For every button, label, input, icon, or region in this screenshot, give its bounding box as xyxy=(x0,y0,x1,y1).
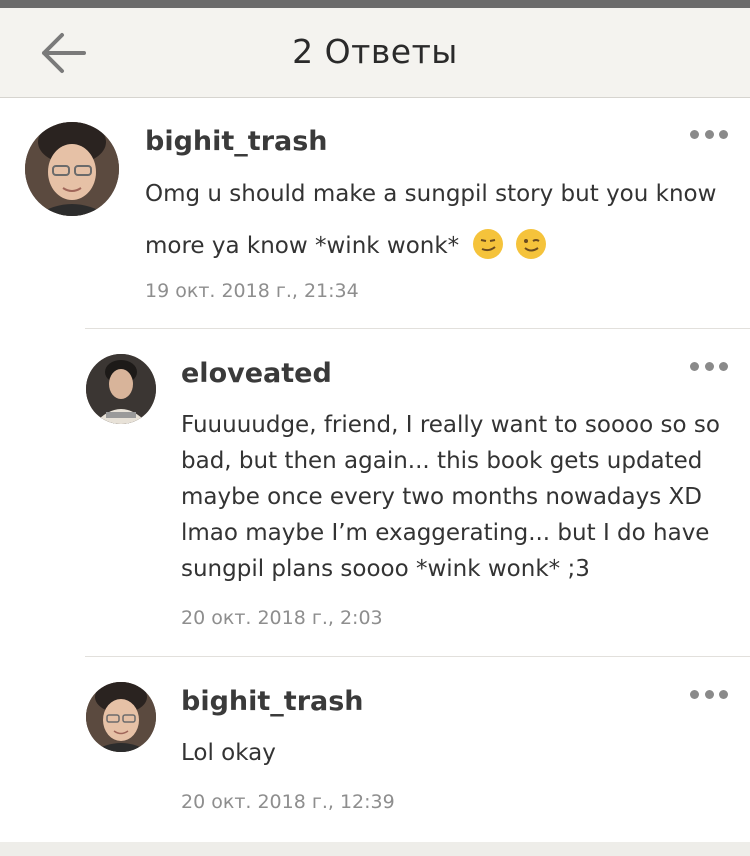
more-options-button[interactable] xyxy=(690,687,728,701)
comment-item: eloveated Fuuuuudge, friend, I really wa… xyxy=(0,329,750,657)
comment-timestamp: 19 окт. 2018 г., 21:34 xyxy=(145,280,359,302)
status-strip xyxy=(0,0,750,8)
avatar[interactable] xyxy=(25,122,119,216)
comment-username[interactable]: bighit_trash xyxy=(181,686,364,717)
more-dot xyxy=(704,689,714,699)
header-bar: 2 Ответы xyxy=(0,8,750,98)
comment-username[interactable]: bighit_trash xyxy=(145,126,328,157)
avatar[interactable] xyxy=(86,682,156,752)
page-title: 2 Ответы xyxy=(292,32,458,71)
more-options-button[interactable] xyxy=(690,127,728,141)
comment-item: bighit_trash Omg u should make a sungpil… xyxy=(0,97,750,329)
comment-timestamp: 20 окт. 2018 г., 12:39 xyxy=(181,791,395,813)
bottom-bar xyxy=(0,842,750,856)
more-dot xyxy=(704,361,714,371)
more-horizontal-icon xyxy=(690,129,699,139)
more-dot xyxy=(719,361,728,371)
comment-text-line: Omg u should make a sungpil story but yo… xyxy=(145,181,717,207)
comment-text-line: Fuuuuudge, friend, I really want to sooo… xyxy=(181,412,720,438)
avatar[interactable] xyxy=(86,354,156,424)
more-horizontal-icon xyxy=(690,361,699,371)
comment-text-line: sungpil plans soooo *wink wonk* ;3 xyxy=(181,556,590,582)
comment-text: more ya know *wink wonk* xyxy=(145,233,460,259)
more-dot xyxy=(719,129,728,139)
comment-text-line: maybe once every two months nowadays XD xyxy=(181,484,702,510)
winking-face-emoji xyxy=(515,229,546,259)
comment-item: bighit_trash Lol okay 20 окт. 2018 г., 1… xyxy=(0,657,750,842)
comment-text-line: lmao maybe I’m exaggerating... but I do … xyxy=(181,520,710,546)
comment-text-line-with-emoji: more ya know *wink wonk* xyxy=(145,229,546,259)
more-dot xyxy=(704,129,714,139)
more-options-button[interactable] xyxy=(690,359,728,373)
more-horizontal-icon xyxy=(690,689,699,699)
smirking-face-emoji xyxy=(472,229,503,259)
more-dot xyxy=(719,689,728,699)
comment-timestamp: 20 окт. 2018 г., 2:03 xyxy=(181,607,383,629)
comment-text: Lol okay xyxy=(181,740,276,766)
comment-username[interactable]: eloveated xyxy=(181,358,332,389)
comment-text-line: bad, but then again... this book gets up… xyxy=(181,448,703,474)
